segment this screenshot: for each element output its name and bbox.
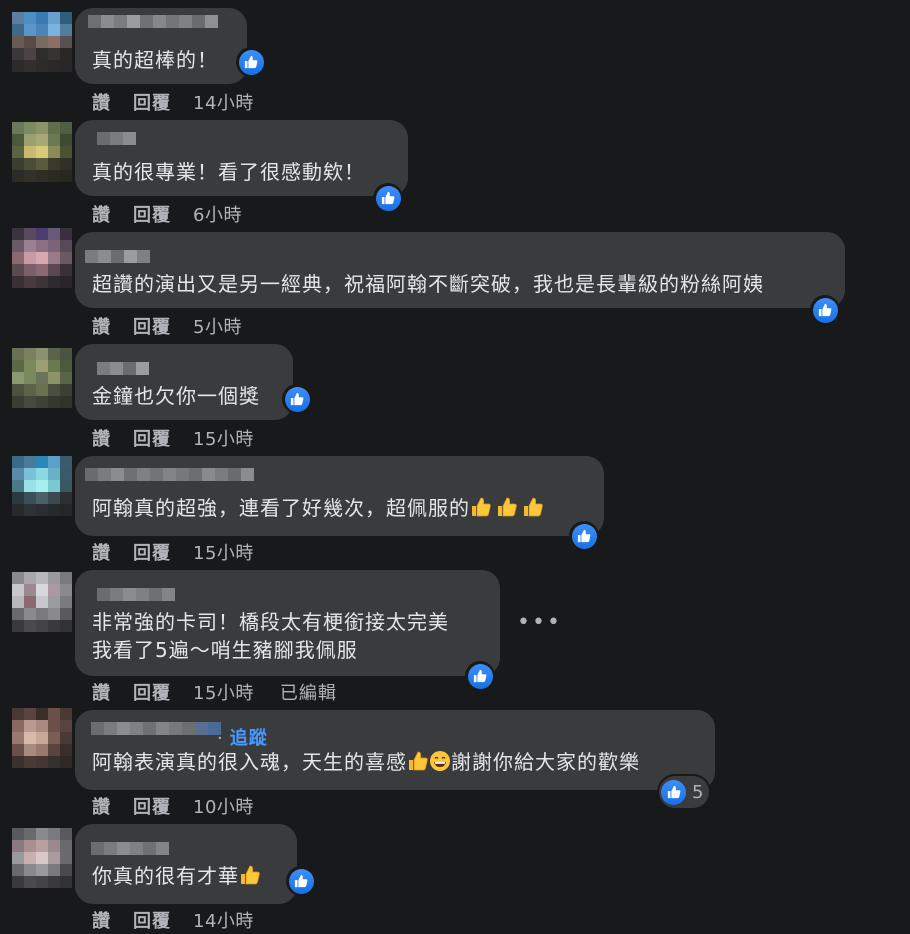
avatar[interactable] bbox=[12, 122, 72, 182]
avatar[interactable] bbox=[12, 12, 72, 72]
like-link[interactable]: 讚 bbox=[92, 89, 111, 115]
comment-actions: 讚 回覆 15小時 bbox=[92, 539, 280, 565]
thumbs-up-icon bbox=[818, 303, 832, 317]
like-reaction-badge[interactable] bbox=[465, 661, 495, 691]
like-reaction-badge[interactable] bbox=[810, 295, 840, 325]
avatar[interactable] bbox=[12, 572, 72, 632]
avatar[interactable] bbox=[12, 456, 72, 516]
comment-text: 你真的很有才華 bbox=[92, 862, 261, 890]
thumbs-up-icon bbox=[577, 529, 591, 543]
comment-text-content: 你真的很有才華 bbox=[92, 864, 239, 888]
like-link[interactable]: 讚 bbox=[92, 793, 111, 819]
comment-bubble: 真的超棒的！ bbox=[75, 8, 247, 84]
like-link[interactable]: 讚 bbox=[92, 425, 111, 451]
like-reaction-badge[interactable] bbox=[569, 521, 599, 551]
emoji-thumbs-up bbox=[470, 496, 544, 520]
emoji-grin bbox=[429, 750, 451, 774]
comment-text: 真的超棒的！ bbox=[92, 48, 218, 72]
comment-actions: 讚 回覆 15小時 bbox=[92, 425, 280, 451]
comment-actions: 讚 回覆 14小時 bbox=[92, 89, 280, 115]
timestamp[interactable]: 14小時 bbox=[193, 907, 254, 933]
comment-text: 我看了5遍～哨生豬腳我佩服 bbox=[92, 638, 358, 662]
more-options-icon[interactable]: ••• bbox=[517, 612, 562, 634]
reply-link[interactable]: 回覆 bbox=[133, 539, 171, 565]
avatar[interactable] bbox=[12, 828, 72, 888]
thumbs-up-icon bbox=[473, 669, 487, 683]
thumbs-up-icon bbox=[667, 785, 680, 799]
timestamp[interactable]: 5小時 bbox=[193, 313, 242, 339]
timestamp[interactable]: 15小時 bbox=[193, 539, 254, 565]
avatar[interactable] bbox=[12, 348, 72, 408]
timestamp[interactable]: 15小時 bbox=[193, 679, 254, 705]
like-reaction-badge[interactable] bbox=[373, 183, 403, 213]
comment-bubble: 金鐘也欠你一個獎 bbox=[75, 344, 293, 420]
reply-link[interactable]: 回覆 bbox=[133, 425, 171, 451]
comment-text: 非常強的卡司！橋段太有梗銜接太完美 bbox=[92, 610, 449, 634]
comment-actions: 讚 回覆 10小時 bbox=[92, 793, 280, 819]
comment-actions: 讚 回覆 5小時 bbox=[92, 313, 268, 339]
comment-text: 阿翰表演真的很入魂，天生的喜感 謝謝你給大家的歡樂 bbox=[92, 748, 640, 776]
like-reaction-badge[interactable] bbox=[286, 866, 316, 896]
thumbs-up-icon bbox=[381, 191, 395, 205]
comment-bubble: · 追蹤 阿翰表演真的很入魂，天生的喜感 謝謝你給大家的歡樂 bbox=[75, 710, 715, 790]
reply-link[interactable]: 回覆 bbox=[133, 89, 171, 115]
like-link[interactable]: 讚 bbox=[92, 201, 111, 227]
comment-bubble: 阿翰真的超強，連看了好幾次，超佩服的 bbox=[75, 456, 604, 536]
thumbs-up-icon bbox=[294, 874, 308, 888]
thumbs-up-icon bbox=[244, 55, 258, 69]
emoji-thumbs-up bbox=[407, 750, 429, 774]
like-link[interactable]: 讚 bbox=[92, 679, 111, 705]
avatar[interactable] bbox=[12, 228, 72, 288]
commenter-name[interactable] bbox=[85, 468, 254, 481]
comment-actions: 讚 回覆 15小時 已編輯 bbox=[92, 679, 337, 705]
comment-text-content: 謝謝你給大家的歡樂 bbox=[451, 750, 640, 774]
timestamp[interactable]: 15小時 bbox=[193, 425, 254, 451]
like-link[interactable]: 讚 bbox=[92, 539, 111, 565]
comment-text: 阿翰真的超強，連看了好幾次，超佩服的 bbox=[92, 494, 544, 522]
emoji-thumbs-up bbox=[239, 864, 261, 888]
commenter-name[interactable] bbox=[97, 362, 149, 375]
comment-text: 金鐘也欠你一個獎 bbox=[92, 384, 260, 408]
timestamp[interactable]: 14小時 bbox=[193, 89, 254, 115]
reply-link[interactable]: 回覆 bbox=[133, 201, 171, 227]
like-link[interactable]: 讚 bbox=[92, 907, 111, 933]
reply-link[interactable]: 回覆 bbox=[133, 907, 171, 933]
like-reaction-badge[interactable] bbox=[282, 384, 312, 414]
commenter-name[interactable] bbox=[91, 842, 169, 855]
comment-bubble: 你真的很有才華 bbox=[75, 824, 297, 904]
comment-bubble: 超讚的演出又是另一經典，祝福阿翰不斷突破，我也是長輩級的粉絲阿姨 bbox=[75, 232, 845, 308]
edited-label[interactable]: 已編輯 bbox=[280, 679, 337, 705]
reply-link[interactable]: 回覆 bbox=[133, 313, 171, 339]
comment-text: 超讚的演出又是另一經典，祝福阿翰不斷突破，我也是長輩級的粉絲阿姨 bbox=[92, 272, 764, 296]
comment-text: 真的很專業！看了很感動欸！ bbox=[92, 160, 365, 184]
like-count: 5 bbox=[692, 781, 704, 803]
timestamp[interactable]: 10小時 bbox=[193, 793, 254, 819]
commenter-name[interactable] bbox=[88, 15, 218, 28]
commenter-name[interactable] bbox=[85, 250, 150, 263]
comment-text-content: 阿翰表演真的很入魂，天生的喜感 bbox=[92, 750, 407, 774]
like-reaction-badge[interactable] bbox=[236, 47, 266, 77]
avatar[interactable] bbox=[12, 708, 72, 768]
comment-bubble: 非常強的卡司！橋段太有梗銜接太完美 我看了5遍～哨生豬腳我佩服 bbox=[75, 570, 500, 676]
thumbs-up-icon bbox=[290, 392, 304, 406]
commenter-name[interactable] bbox=[97, 132, 136, 145]
follow-button[interactable]: · 追蹤 bbox=[217, 724, 268, 750]
commenter-name[interactable] bbox=[91, 722, 221, 735]
comment-text-content: 阿翰真的超強，連看了好幾次，超佩服的 bbox=[92, 496, 470, 520]
comment-actions: 讚 回覆 6小時 bbox=[92, 201, 268, 227]
commenter-name[interactable] bbox=[97, 588, 175, 601]
comment-actions: 讚 回覆 14小時 bbox=[92, 907, 280, 933]
timestamp[interactable]: 6小時 bbox=[193, 201, 242, 227]
reply-link[interactable]: 回覆 bbox=[133, 679, 171, 705]
reply-link[interactable]: 回覆 bbox=[133, 793, 171, 819]
like-reaction-count[interactable]: 5 bbox=[659, 776, 710, 808]
comment-bubble: 真的很專業！看了很感動欸！ bbox=[75, 120, 408, 196]
like-link[interactable]: 讚 bbox=[92, 313, 111, 339]
